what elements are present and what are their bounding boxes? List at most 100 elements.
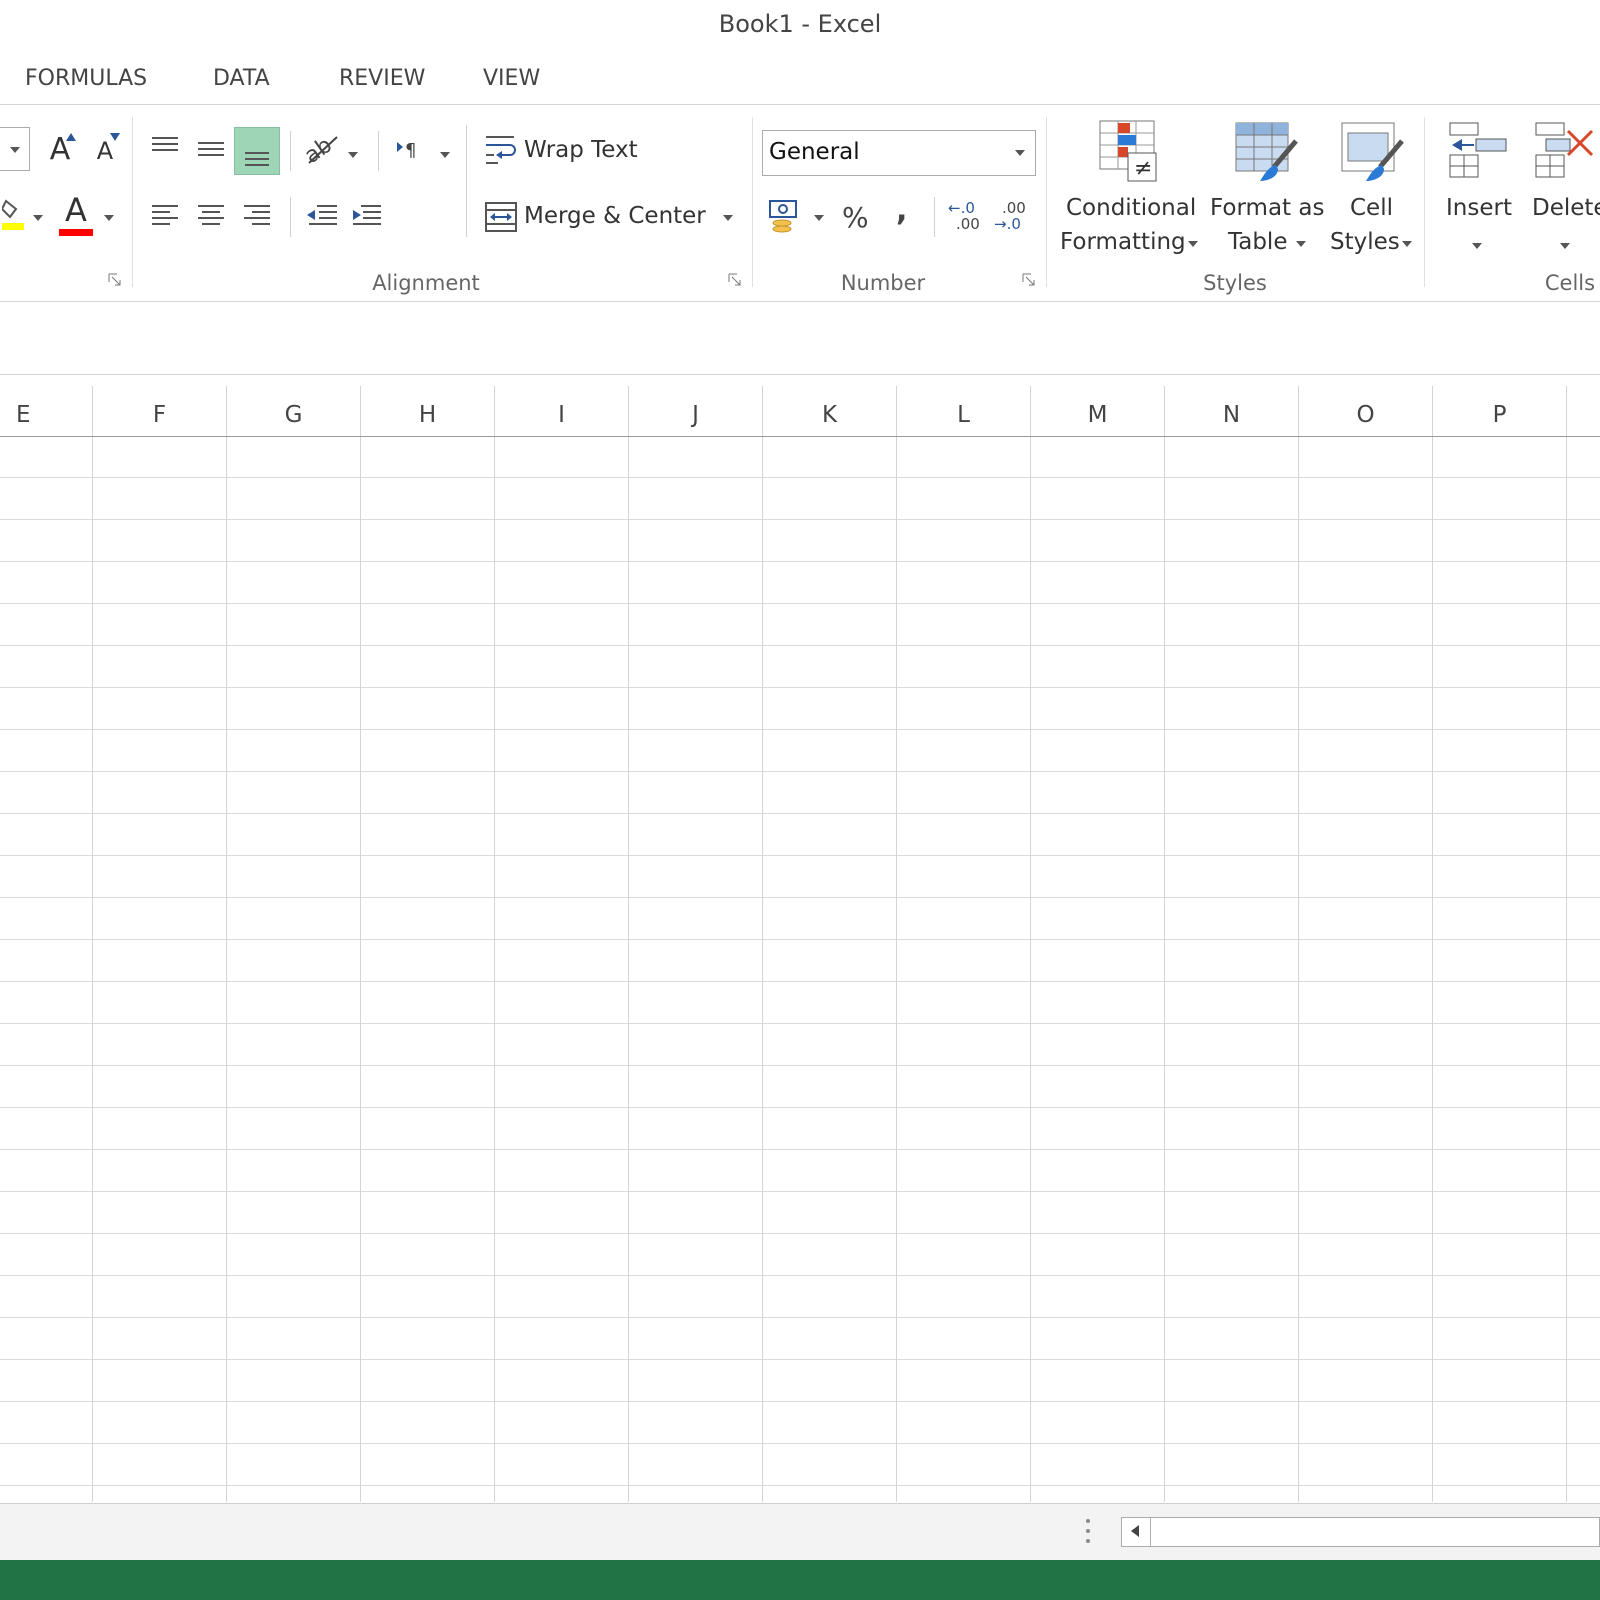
shrink-font-button[interactable]: A xyxy=(88,131,122,171)
caret-left-icon xyxy=(1131,1525,1139,1537)
align-left-icon xyxy=(152,205,178,225)
tab-view[interactable]: VIEW xyxy=(483,66,540,91)
conditional-formatting-button[interactable]: ≠ Conditional Formatting xyxy=(1058,115,1198,261)
chevron-down-icon xyxy=(1015,150,1025,156)
number-group-label: Number xyxy=(840,271,926,295)
chevron-down-icon xyxy=(1296,241,1306,247)
tab-review[interactable]: REVIEW xyxy=(339,66,425,91)
number-dialog-launcher-icon[interactable] xyxy=(1022,273,1036,287)
wrap-text-button[interactable]: Wrap Text xyxy=(524,137,638,163)
column-header-i[interactable]: I xyxy=(495,386,629,436)
alignment-group-label: Alignment xyxy=(372,271,480,295)
scroll-left-button[interactable] xyxy=(1121,1517,1151,1547)
top-align-button[interactable] xyxy=(146,127,184,171)
caret-up-icon xyxy=(66,133,76,141)
alignment-dialog-launcher-icon[interactable] xyxy=(728,273,742,287)
group-separator xyxy=(1424,117,1425,287)
font-size-dropdown[interactable] xyxy=(0,127,30,171)
svg-text:ab: ab xyxy=(303,133,337,167)
column-header-n[interactable]: N xyxy=(1165,386,1299,436)
tab-data[interactable]: DATA xyxy=(213,66,270,91)
column-header-g[interactable]: G xyxy=(227,386,361,436)
column-header-j[interactable]: J xyxy=(629,386,763,436)
shrink-font-icon: A xyxy=(96,137,114,165)
cell-styles-line1: Cell xyxy=(1350,195,1393,221)
decrease-indent-icon xyxy=(307,205,337,225)
decrease-indent-button[interactable] xyxy=(302,193,342,237)
gridline xyxy=(1566,437,1567,1502)
grow-font-button[interactable]: A xyxy=(42,127,78,171)
column-header-f[interactable]: F xyxy=(93,386,227,436)
cell-styles-button[interactable]: Cell Styles xyxy=(1326,115,1416,261)
chevron-down-icon xyxy=(1472,243,1482,249)
cell-styles-icon xyxy=(1341,122,1404,181)
gridline xyxy=(1432,437,1433,1502)
increase-indent-button[interactable] xyxy=(346,193,386,237)
bottom-align-button[interactable] xyxy=(234,127,280,175)
increase-indent-icon xyxy=(353,205,381,225)
accounting-format-icon xyxy=(769,200,797,233)
column-header-e[interactable]: E xyxy=(0,386,93,436)
column-header-m[interactable]: M xyxy=(1031,386,1165,436)
merge-center-dropdown-icon[interactable] xyxy=(723,215,733,221)
worksheet-grid[interactable] xyxy=(0,437,1600,1502)
align-right-button[interactable] xyxy=(238,193,276,237)
gridline xyxy=(628,437,629,1502)
splitter-handle-icon[interactable] xyxy=(1085,1518,1091,1544)
orientation-button[interactable]: ab xyxy=(300,127,346,171)
format-as-table-line2: Table xyxy=(1228,229,1288,255)
font-color-dropdown-icon[interactable] xyxy=(104,215,114,221)
gridline xyxy=(92,437,93,1502)
format-as-table-button[interactable]: Format as Table xyxy=(1204,115,1324,261)
fill-color-button[interactable] xyxy=(0,193,32,233)
formula-bar[interactable] xyxy=(0,318,1600,375)
group-separator xyxy=(132,117,133,287)
accounting-dropdown-icon[interactable] xyxy=(814,215,824,221)
column-headers: E F G H I J K L M N O P xyxy=(0,386,1600,437)
font-dialog-launcher-icon[interactable] xyxy=(108,273,122,287)
gridline xyxy=(1298,437,1299,1502)
font-color-button[interactable]: A xyxy=(56,191,96,237)
orientation-dropdown-icon[interactable] xyxy=(348,152,358,158)
column-header-h[interactable]: H xyxy=(361,386,495,436)
top-align-icon xyxy=(152,137,178,151)
text-direction-button[interactable]: ¶ xyxy=(392,127,430,171)
align-left-button[interactable] xyxy=(146,193,184,237)
align-center-icon xyxy=(198,205,224,225)
horizontal-scrollbar[interactable] xyxy=(1121,1517,1600,1547)
tab-formulas[interactable]: FORMULAS xyxy=(25,66,147,91)
merge-center-button[interactable]: Merge & Center xyxy=(524,203,706,229)
fill-color-dropdown-icon[interactable] xyxy=(33,215,43,221)
increase-decimal-button[interactable]: ←.0 .00 xyxy=(948,199,988,239)
number-format-dropdown[interactable]: General xyxy=(762,130,1036,176)
delete-cells-button[interactable]: Delete xyxy=(1524,115,1600,261)
status-bar xyxy=(0,1560,1600,1600)
wrap-text-icon xyxy=(486,136,516,164)
window-title: Book1 - Excel xyxy=(718,10,882,38)
merge-center-icon-wrap[interactable] xyxy=(482,199,520,235)
gridline xyxy=(762,437,763,1502)
decrease-decimal-button[interactable]: .00 →.0 xyxy=(994,199,1034,239)
styles-group-label: Styles xyxy=(1203,271,1267,295)
separator xyxy=(290,197,291,237)
decrease-decimal-bottom: →.0 xyxy=(994,215,1021,233)
separator xyxy=(934,197,935,237)
font-color-icon: A xyxy=(65,191,87,229)
cells-group-label: Cells xyxy=(1544,271,1596,295)
insert-cells-button[interactable]: Insert xyxy=(1436,115,1518,261)
conditional-formatting-icon: ≠ xyxy=(1099,120,1157,182)
accounting-format-button[interactable] xyxy=(766,195,806,239)
percent-style-button[interactable]: % xyxy=(842,201,869,234)
comma-style-button[interactable]: , xyxy=(896,193,907,228)
align-center-button[interactable] xyxy=(192,193,230,237)
text-direction-dropdown-icon[interactable] xyxy=(440,152,450,158)
svg-text:¶: ¶ xyxy=(405,140,416,161)
column-header-l[interactable]: L xyxy=(897,386,1031,436)
column-header-p[interactable]: P xyxy=(1433,386,1567,436)
wrap-text-icon-wrap[interactable] xyxy=(482,131,520,167)
column-header-k[interactable]: K xyxy=(763,386,897,436)
gridline xyxy=(1164,437,1165,1502)
bottom-align-icon xyxy=(245,152,269,166)
middle-align-button[interactable] xyxy=(192,127,230,171)
column-header-o[interactable]: O xyxy=(1299,386,1433,436)
